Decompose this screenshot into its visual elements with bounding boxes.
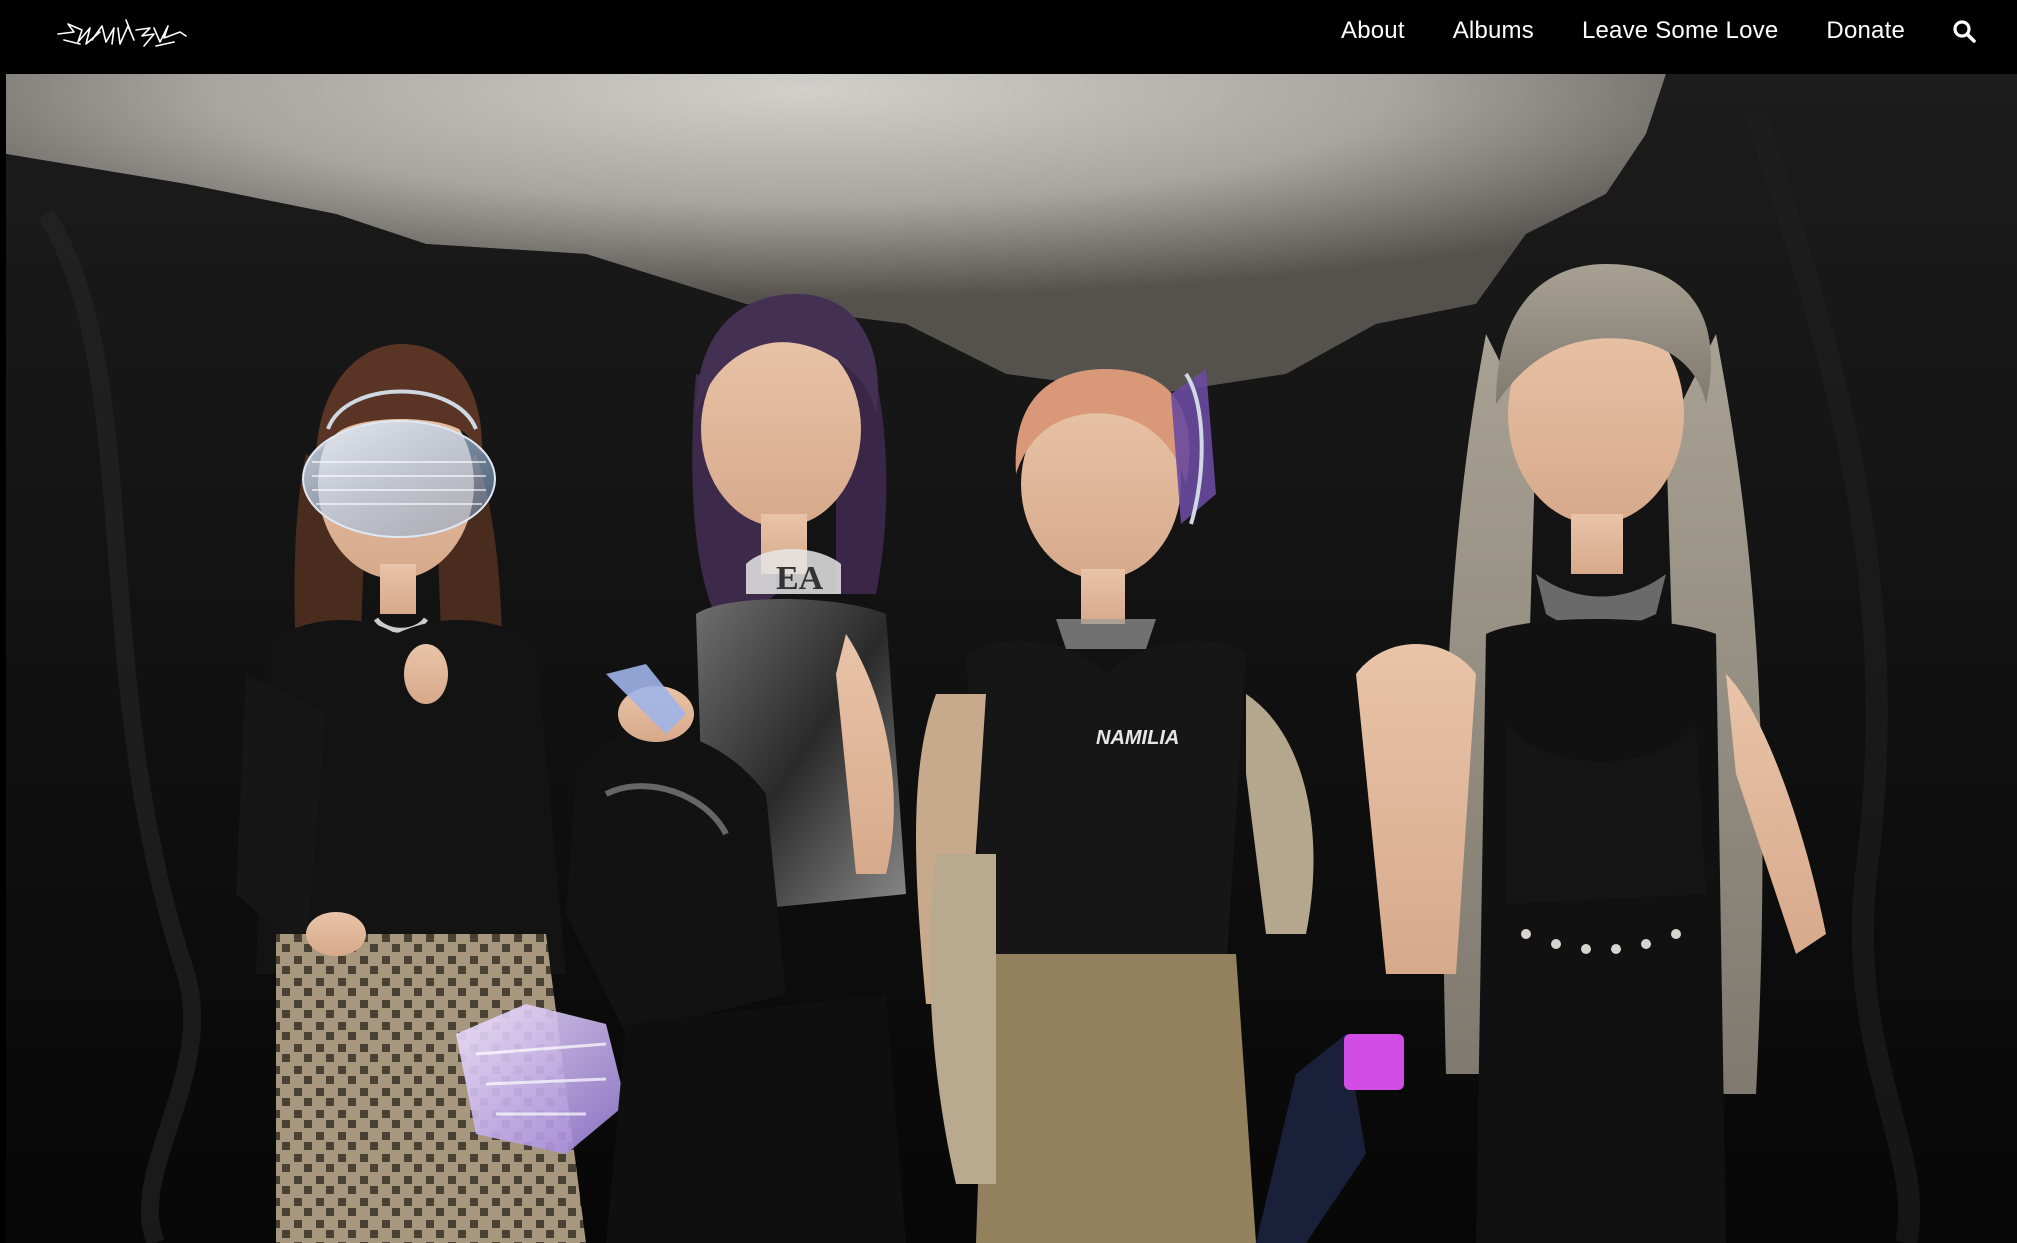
hero-image: EA NAMILIA [6,74,2017,1243]
hero-illustration: EA NAMILIA [6,74,2017,1243]
logo-mark [57,19,187,47]
shirt-text: NAMILIA [1096,727,1179,749]
search-icon[interactable] [1951,18,1977,44]
site-logo[interactable] [56,10,188,60]
nav-about[interactable]: About [1341,17,1405,45]
main-nav: About Albums Leave Some Love Donate [1341,0,1977,62]
necklace-letters: EA [776,560,824,597]
site-header: About Albums Leave Some Love Donate [0,0,2017,74]
nav-donate[interactable]: Donate [1826,17,1905,45]
nav-albums[interactable]: Albums [1453,17,1534,45]
nav-leave-some-love[interactable]: Leave Some Love [1582,17,1778,45]
